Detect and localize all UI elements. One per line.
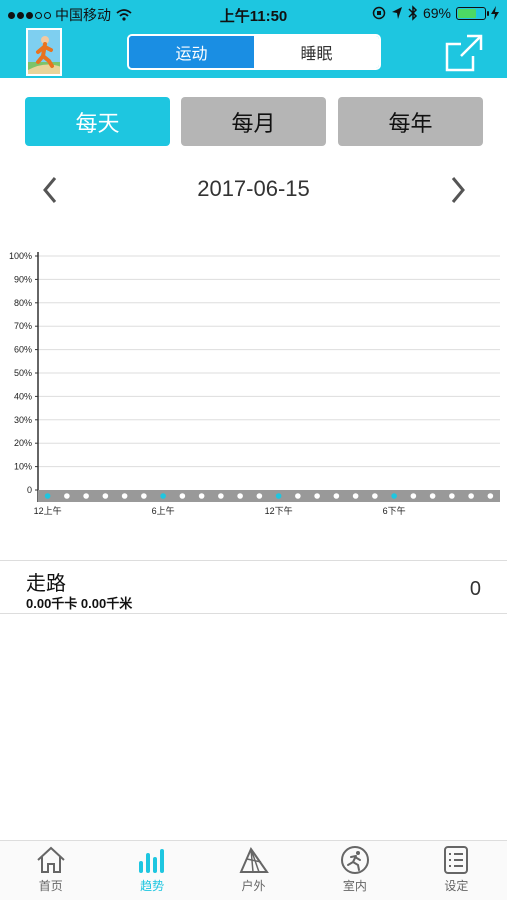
data-point <box>314 493 320 499</box>
data-point <box>275 493 282 499</box>
data-point <box>295 493 301 499</box>
tab-outdoor-label: 户外 <box>241 879 266 893</box>
charging-icon <box>491 6 499 20</box>
data-point <box>218 493 224 499</box>
avatar[interactable] <box>26 28 62 76</box>
activity-chart-svg: 100% 90% 80% 70% 60% 50% 40% 30% 20% 10% 012上午 6上午 1… <box>9 251 500 516</box>
home-icon <box>37 846 65 873</box>
y-tick-label: 20% <box>14 438 32 448</box>
share-icon[interactable] <box>445 34 483 72</box>
next-date-icon[interactable] <box>446 174 470 206</box>
data-point <box>141 493 147 499</box>
data-point <box>256 493 263 499</box>
y-tick-label: 60% <box>14 345 32 355</box>
x-tick-label: 12上午 <box>34 505 62 516</box>
mode-segmented-control: 运动 睡眠 <box>127 34 381 70</box>
tab-trend-label: 趋势 <box>140 879 165 893</box>
data-point <box>333 493 340 499</box>
y-tick-label: 10% <box>14 462 32 472</box>
period-monthly-button[interactable]: 每月 <box>181 97 326 146</box>
data-point <box>121 493 128 499</box>
bluetooth-icon <box>408 5 418 21</box>
data-point <box>352 493 359 499</box>
activity-title: 走路 <box>26 573 66 595</box>
runner-avatar-icon <box>28 30 60 74</box>
data-point <box>179 493 186 499</box>
tent-icon <box>238 846 269 873</box>
orientation-lock-icon <box>372 6 386 20</box>
y-tick-label: 40% <box>14 391 32 401</box>
y-tick-label: 0 <box>27 485 32 495</box>
status-bar: 中国移动 上午11:50 69% <box>0 0 507 28</box>
tab-settings-label: 设定 <box>444 879 469 893</box>
data-point <box>468 493 474 499</box>
segment-sleep[interactable]: 睡眠 <box>254 36 379 68</box>
y-tick-label: 90% <box>14 274 32 284</box>
activity-chart: 100% 90% 80% 70% 60% 50% 40% 30% 20% 10% 0 12上午 6上午 1… <box>0 240 507 530</box>
data-point <box>429 493 436 499</box>
y-tick-label: 70% <box>14 321 32 331</box>
tab-indoor[interactable]: 室内 <box>304 841 405 900</box>
trend-bars-icon <box>139 849 165 873</box>
data-point <box>372 493 378 499</box>
data-point <box>237 493 243 499</box>
data-point <box>64 493 70 499</box>
divider-top <box>0 560 507 561</box>
y-tick-label: 80% <box>14 298 32 308</box>
data-point <box>83 493 89 499</box>
data-point <box>487 493 494 499</box>
data-point <box>44 493 51 499</box>
y-tick-label: 100% <box>9 251 32 261</box>
tab-home-label: 首页 <box>38 879 63 893</box>
tab-outdoor[interactable]: 户外 <box>203 841 304 900</box>
data-point <box>102 493 109 499</box>
status-right: 69% <box>372 5 499 21</box>
period-daily-button[interactable]: 每天 <box>25 97 170 146</box>
settings-list-icon <box>444 846 469 874</box>
date-navigator: 2017-06-15 <box>0 170 507 210</box>
x-tick-label: 12下午 <box>265 505 293 516</box>
battery-icon <box>456 6 489 20</box>
tab-trend[interactable]: 趋势 <box>101 841 202 900</box>
x-tick-label: 6下午 <box>383 505 406 516</box>
data-point <box>160 493 166 499</box>
tab-indoor-label: 室内 <box>342 879 367 893</box>
battery-percent: 69% <box>422 5 451 21</box>
segment-sport[interactable]: 运动 <box>129 36 254 68</box>
x-tick-label: 6上午 <box>152 505 175 516</box>
data-point <box>410 493 417 499</box>
data-point <box>198 493 205 499</box>
activity-subtitle: 0.00千卡 0.00千米 <box>26 596 133 611</box>
tab-bar: 首页 趋势 户外 室内 设定 <box>0 840 507 900</box>
y-tick-label: 50% <box>14 368 32 378</box>
divider-bottom <box>0 613 507 614</box>
tab-home[interactable]: 首页 <box>0 841 101 900</box>
tab-settings[interactable]: 设定 <box>406 841 507 900</box>
current-date: 2017-06-15 <box>197 176 310 201</box>
y-tick-label: 30% <box>14 415 32 425</box>
indoor-run-icon <box>340 846 369 874</box>
activity-count: 0 <box>469 578 481 600</box>
period-yearly-button[interactable]: 每年 <box>338 97 483 146</box>
data-point <box>449 493 455 499</box>
location-icon <box>391 7 402 19</box>
app-header: 运动 睡眠 <box>0 28 507 78</box>
data-point <box>391 493 397 499</box>
